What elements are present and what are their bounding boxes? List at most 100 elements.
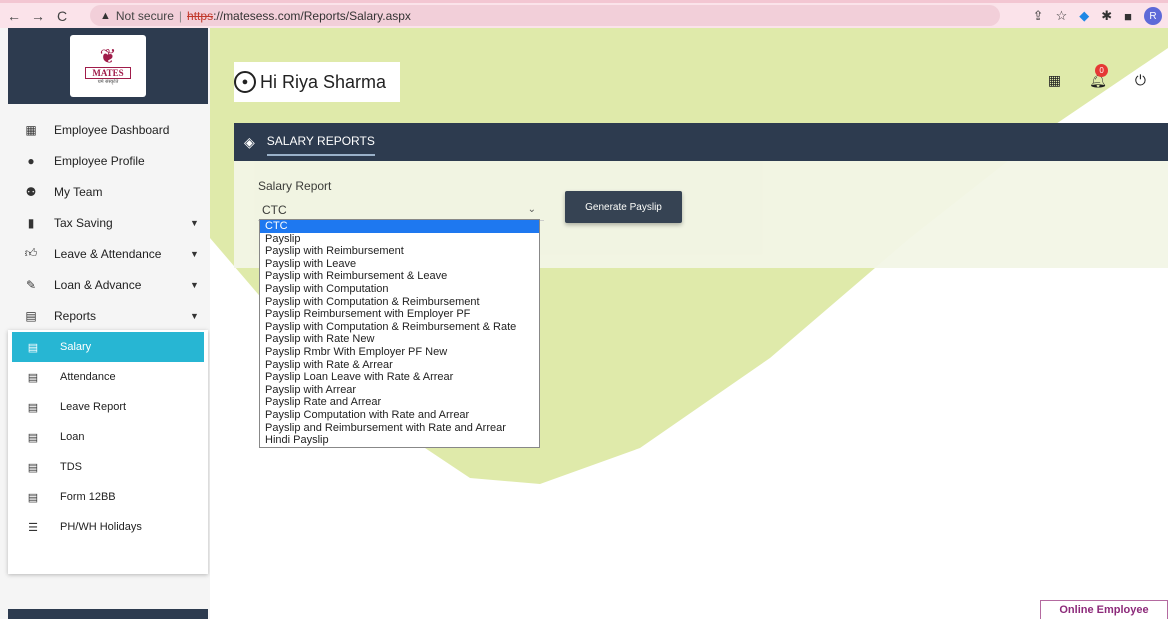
panel-header: ◈ SALARY REPORTS [234,123,1168,161]
submenu-item-salary[interactable]: ▤ Salary [12,332,204,362]
sidebar-item-label: Loan & Advance [54,277,142,292]
browser-toolbar: ← → C ▲ Not secure | https ://matesess.c… [0,0,1168,28]
panel-title[interactable]: SALARY REPORTS [266,134,375,156]
salary-report-label: Salary Report [258,179,332,193]
address-bar[interactable]: ▲ Not secure | https ://matesess.com/Rep… [90,5,1000,26]
sidebar-item-label: My Team [54,184,103,199]
logo-mark-icon: ❦ [99,46,117,68]
option-payslip-computation-rate-arrear[interactable]: Payslip Computation with Rate and Arrear [260,409,539,422]
header-actions: ▦ 🔔︎ 0 ⏻ [1048,64,1146,89]
option-payslip-leave[interactable]: Payslip with Leave [260,258,539,271]
submenu-item-form-12bb[interactable]: ▤ Form 12BB [8,482,208,512]
submenu-item-label: Loan [60,431,85,443]
option-payslip-computation[interactable]: Payslip with Computation [260,283,539,296]
sidebar-item-employee-profile[interactable]: ● Employee Profile [0,145,210,176]
option-payslip-reimbursement[interactable]: Payslip with Reimbursement [260,245,539,258]
sidebar-item-my-team[interactable]: ⚉ My Team [0,176,210,207]
list-icon: ▤ [25,308,37,323]
sidebar-item-leave-attendance[interactable]: 👍︎ Leave & Attendance ▼ [0,238,210,269]
option-ctc[interactable]: CTC [260,220,539,233]
option-payslip[interactable]: Payslip [260,233,539,246]
user-circle-icon[interactable]: ● [234,71,256,93]
warning-icon: ▲ [100,9,111,22]
forward-button[interactable]: → [28,6,48,26]
sidepanel-icon[interactable]: ■ [1124,9,1132,24]
option-payslip-computation-reimbursement-rate[interactable]: Payslip with Computation & Reimbursement… [260,321,539,334]
list-icon: ▤ [27,401,39,414]
apps-grid-icon[interactable]: ▦ [1048,72,1061,89]
selected-value: CTC [262,202,287,217]
submenu-item-label: Attendance [60,371,116,383]
back-button[interactable]: ← [4,6,24,26]
submenu-item-leave-report[interactable]: ▤ Leave Report [8,392,208,422]
not-secure-label: Not secure [115,8,174,23]
sidebar-menu: ▦ Employee Dashboard ● Employee Profile … [0,114,210,331]
sidebar-item-label: Leave & Attendance [54,246,162,261]
puzzle-icon[interactable]: ✱ [1101,8,1112,24]
sidebar-item-tax-saving[interactable]: ▮ Tax Saving ▼ [0,207,210,238]
sidebar-item-loan-advance[interactable]: ✎ Loan & Advance ▼ [0,269,210,300]
sidebar-item-label: Employee Profile [54,153,145,168]
logo-text: MATES [85,67,131,79]
url-path: ://matesess.com/Reports/Salary.aspx [213,8,411,23]
company-logo[interactable]: ❦ MATES धर्म संस्कृति [70,35,146,97]
sidebar-item-employee-dashboard[interactable]: ▦ Employee Dashboard [0,114,210,145]
extension-icon[interactable]: ◆ [1079,8,1089,24]
list-icon: ▤ [27,371,39,384]
layers-icon: ◈ [244,133,255,150]
list-icon: ▤ [27,431,39,444]
chevron-down-icon: ⌄ [527,204,536,215]
list-bullets-icon: ☰ [28,521,38,534]
logo-tagline: धर्म संस्कृति [97,79,119,85]
sidebar: ❦ MATES धर्म संस्कृति ▦ Employee Dashboa… [0,28,210,619]
caret-down-icon: ▼ [190,310,199,321]
reload-button[interactable]: C [52,6,72,26]
option-payslip-rate-and-arrear[interactable]: Payslip Rate and Arrear [260,396,539,409]
greeting-text: Hi Riya Sharma [260,71,387,92]
power-icon[interactable]: ⏻ [1135,72,1146,89]
profile-avatar[interactable]: R [1144,7,1162,25]
online-employee-tab[interactable]: Online Employee [1040,600,1168,619]
submenu-item-loan[interactable]: ▤ Loan [8,422,208,452]
generate-payslip-button[interactable]: Generate Payslip [565,191,682,223]
option-hindi-payslip[interactable]: Hindi Payslip [260,434,539,447]
share-icon[interactable]: ⇪ [1033,8,1044,24]
list-icon: ▤ [27,341,39,354]
option-payslip-rate-arrear[interactable]: Payslip with Rate & Arrear [260,359,539,372]
caret-down-icon: ▼ [190,217,199,228]
user-greeting: ● Hi Riya Sharma [234,62,400,102]
submenu-item-attendance[interactable]: ▤ Attendance [8,362,208,392]
option-payslip-rmbr-employer-pf-new[interactable]: Payslip Rmbr With Employer PF New [260,346,539,359]
salary-report-options: CTC Payslip Payslip with Reimbursement P… [259,219,540,448]
sidebar-footer-bar [8,609,208,619]
reports-submenu: ▤ Salary ▤ Attendance ▤ Leave Report ▤ L… [8,330,208,574]
star-icon[interactable]: ☆ [1056,8,1068,24]
caret-down-icon: ▼ [190,248,199,259]
sidebar-item-label: Tax Saving [54,215,113,230]
book-icon: ▮ [27,215,35,230]
thumbs-up-icon: 👍︎ [24,246,38,260]
grid-icon: ▦ [25,122,37,137]
option-payslip-computation-reimbursement[interactable]: Payslip with Computation & Reimbursement [260,296,539,309]
option-payslip-rate-new[interactable]: Payslip with Rate New [260,333,539,346]
salary-report-select[interactable]: CTC ⌄ [258,199,544,221]
submenu-item-label: Form 12BB [60,491,116,503]
notification-button[interactable]: 🔔︎ 0 [1089,64,1109,89]
address-separator: | [178,8,183,23]
option-payslip-arrear[interactable]: Payslip with Arrear [260,384,539,397]
submenu-item-label: TDS [60,461,82,473]
option-payslip-loan-leave-rate-arrear[interactable]: Payslip Loan Leave with Rate & Arrear [260,371,539,384]
submenu-item-label: Salary [60,341,92,353]
option-payslip-reimbursement-rate-arrear[interactable]: Payslip and Reimbursement with Rate and … [260,422,539,435]
list-icon: ▤ [27,461,39,474]
user-icon: ● [27,153,35,168]
submenu-item-label: Leave Report [60,401,127,413]
sidebar-item-label: Reports [54,308,97,323]
submenu-item-ph-wh-holidays[interactable]: ☰ PH/WH Holidays [8,512,208,542]
option-payslip-reimbursement-leave[interactable]: Payslip with Reimbursement & Leave [260,270,539,283]
submenu-item-tds[interactable]: ▤ TDS [8,452,208,482]
sidebar-item-label: Employee Dashboard [54,122,170,137]
sidebar-item-reports[interactable]: ▤ Reports ▼ [0,300,210,331]
option-payslip-reimbursement-employer-pf[interactable]: Payslip Reimbursement with Employer PF [260,308,539,321]
caret-down-icon: ▼ [190,279,199,290]
